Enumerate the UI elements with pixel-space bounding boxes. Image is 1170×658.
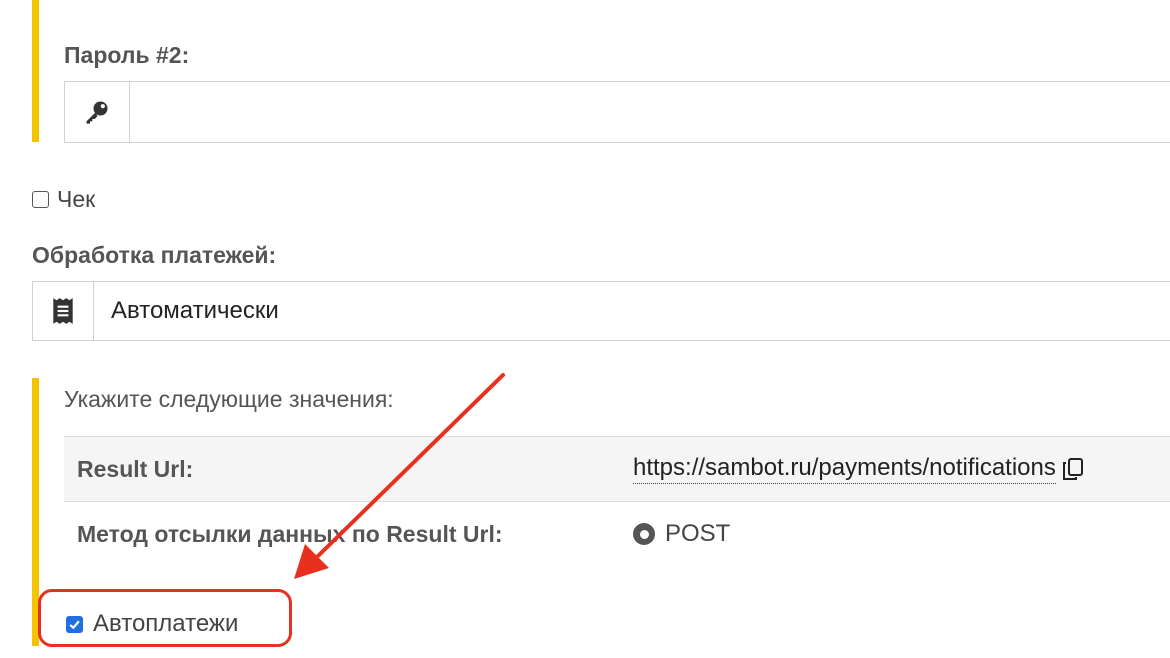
annotation-arrow	[294, 373, 505, 579]
